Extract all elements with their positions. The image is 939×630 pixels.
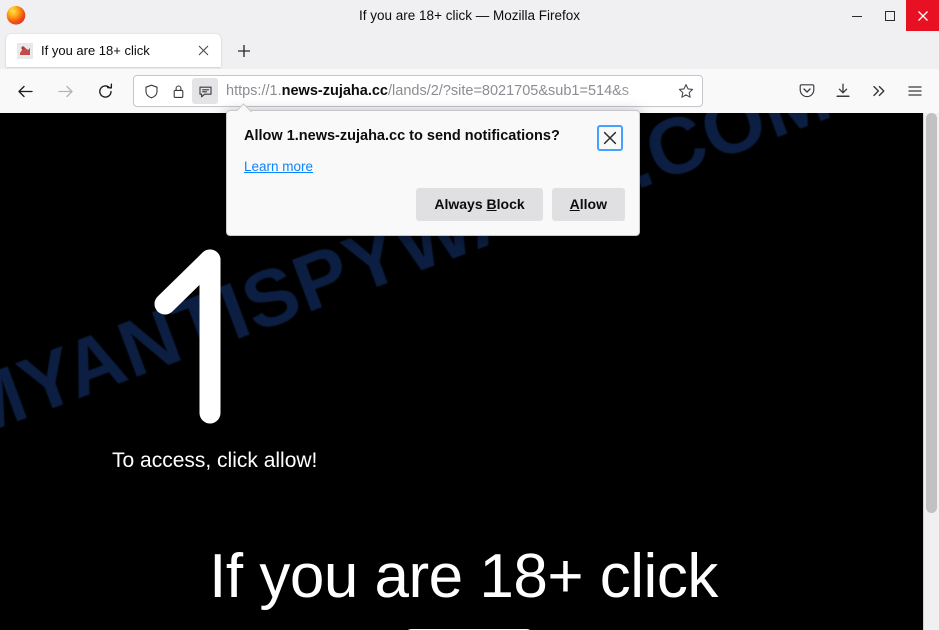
page-scrollbar-thumb[interactable] (926, 113, 937, 513)
pocket-icon[interactable] (791, 75, 823, 107)
panel-actions: Always Block Allow (227, 176, 639, 235)
browser-tab[interactable]: If you are 18+ click (6, 34, 221, 67)
notification-permission-panel: Allow 1.news-zujaha.cc to send notificat… (226, 110, 640, 236)
panel-learn-more-row: Learn more (227, 151, 639, 176)
shield-icon[interactable] (138, 78, 164, 104)
firefox-window: If you are 18+ click — Mozilla Firefox I… (0, 0, 939, 630)
title-bar: If you are 18+ click — Mozilla Firefox (0, 0, 939, 31)
tab-close-icon[interactable] (192, 40, 214, 62)
learn-more-link[interactable]: Learn more (244, 159, 313, 174)
toolbar-right-buttons (791, 69, 935, 113)
page-scrollbar[interactable] (923, 113, 939, 630)
always-block-suffix: lock (496, 196, 525, 212)
url-path: /lands/2/?site=8021705&sub1=514&s (388, 83, 630, 99)
tab-favicon-icon (17, 42, 33, 59)
lock-icon[interactable] (165, 78, 191, 104)
url-prefix: https://1. (226, 83, 282, 99)
always-block-accelerator: B (486, 196, 497, 212)
window-title: If you are 18+ click — Mozilla Firefox (359, 8, 580, 23)
new-tab-button[interactable] (231, 39, 257, 63)
allow-suffix: llow (579, 196, 607, 212)
page-headline: If you are 18+ click (209, 542, 718, 611)
always-block-prefix: Always (434, 196, 487, 212)
window-minimize-button[interactable] (840, 0, 873, 31)
always-block-button[interactable]: Always Block (416, 188, 543, 221)
navigation-toolbar: https://1.news-zujaha.cc/lands/2/?site=8… (0, 69, 939, 114)
panel-header: Allow 1.news-zujaha.cc to send notificat… (227, 111, 639, 151)
app-menu-icon[interactable] (899, 75, 931, 107)
allow-button[interactable]: Allow (551, 188, 625, 221)
window-close-button[interactable] (906, 0, 939, 31)
access-instruction-text: To access, click allow! (112, 449, 318, 472)
close-icon (603, 131, 617, 145)
url-host: news-zujaha.cc (281, 83, 388, 99)
notification-permission-icon[interactable] (192, 78, 218, 104)
tab-strip: If you are 18+ click (0, 31, 939, 69)
back-button-icon[interactable] (9, 75, 41, 107)
address-bar[interactable]: https://1.news-zujaha.cc/lands/2/?site=8… (133, 75, 703, 107)
panel-close-button[interactable] (597, 125, 623, 151)
forward-button-icon (49, 75, 81, 107)
window-maximize-button[interactable] (873, 0, 906, 31)
reload-button-icon[interactable] (89, 75, 121, 107)
allow-accelerator: A (569, 196, 580, 212)
tab-title: If you are 18+ click (41, 43, 150, 58)
downloads-icon[interactable] (827, 75, 859, 107)
panel-title: Allow 1.news-zujaha.cc to send notificat… (244, 128, 560, 144)
star-icon[interactable] (672, 77, 700, 105)
up-arrow-icon (150, 248, 250, 428)
url-text: https://1.news-zujaha.cc/lands/2/?site=8… (226, 83, 672, 99)
overflow-chevrons-icon[interactable] (863, 75, 895, 107)
